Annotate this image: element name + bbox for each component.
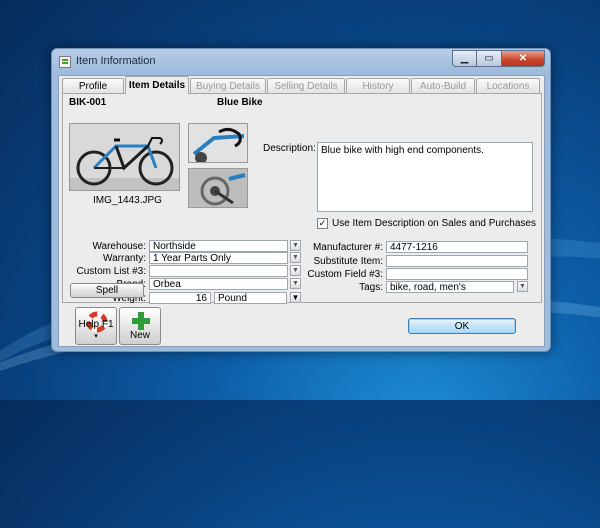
- weight-unit-dropdown[interactable]: ▼: [290, 292, 301, 303]
- item-window-icon: [59, 56, 71, 68]
- bike-handlebar-image: [189, 124, 247, 162]
- tab-label: Buying Details: [196, 80, 260, 92]
- tab-label: Item Details: [128, 80, 186, 91]
- custom-list-3-dropdown[interactable]: ▼: [290, 265, 301, 276]
- tab-label: Auto-Build: [419, 80, 467, 92]
- weight-unit-select[interactable]: Pound: [214, 292, 287, 304]
- item-details-panel: BIK-001 Blue Bike IMG_1443.JPG Descripti…: [62, 93, 542, 304]
- tab-label: Locations: [486, 80, 530, 92]
- bicycle-image: [70, 124, 179, 190]
- tab-strip: Profile Item Details Buying Details Sell…: [59, 76, 545, 94]
- item-main-photo[interactable]: [69, 123, 180, 191]
- tab-locations[interactable]: Locations: [476, 78, 540, 93]
- tags-field[interactable]: bike, road, men's: [386, 281, 514, 293]
- window-client-area: Profile Item Details Buying Details Sell…: [58, 75, 545, 347]
- item-information-window: Item Information ▁ ▭ ✕ Profile Item Deta…: [51, 48, 551, 352]
- custom-field-3-label: Custom Field #3:: [307, 269, 383, 280]
- warranty-dropdown[interactable]: ▼: [290, 252, 301, 263]
- close-button[interactable]: ✕: [502, 50, 545, 67]
- help-button[interactable]: Help F1 ▾: [75, 307, 117, 345]
- warehouse-field[interactable]: Northside: [149, 240, 288, 252]
- tab-profile[interactable]: Profile: [62, 78, 124, 93]
- use-description-label: Use Item Description on Sales and Purcha…: [332, 218, 536, 229]
- warranty-field[interactable]: 1 Year Parts Only: [149, 252, 288, 264]
- tab-item-details[interactable]: Item Details: [125, 76, 189, 94]
- title-bar[interactable]: Item Information ▁ ▭ ✕: [52, 49, 550, 75]
- weight-field[interactable]: 16: [149, 292, 211, 304]
- substitute-item-field[interactable]: [386, 255, 528, 267]
- warehouse-dropdown[interactable]: ▼: [290, 240, 301, 251]
- ok-button-label: OK: [454, 320, 470, 332]
- spell-button[interactable]: Spell: [70, 283, 144, 298]
- bike-crankset-image: [189, 169, 247, 207]
- new-button-label: New: [129, 330, 150, 341]
- custom-list-3-label: Custom List #3:: [76, 266, 146, 277]
- use-description-checkbox[interactable]: ✓: [317, 218, 328, 229]
- tab-label: Profile: [78, 80, 108, 92]
- tab-buying-details[interactable]: Buying Details: [190, 78, 266, 93]
- manufacturer-label: Manufacturer #:: [312, 242, 383, 253]
- substitute-item-label: Substitute Item:: [313, 256, 383, 267]
- tab-label: History: [362, 80, 394, 92]
- tags-label: Tags:: [359, 282, 383, 293]
- warehouse-label: Warehouse:: [92, 241, 146, 252]
- tab-selling-details[interactable]: Selling Details: [267, 78, 345, 93]
- item-number: BIK-001: [69, 97, 107, 108]
- image-caption: IMG_1443.JPG: [93, 195, 162, 206]
- maximize-button[interactable]: ▭: [477, 50, 502, 67]
- tab-history[interactable]: History: [346, 78, 410, 93]
- description-label: Description:: [263, 143, 316, 154]
- warranty-label: Warranty:: [103, 253, 146, 264]
- manufacturer-field[interactable]: 4477-1216: [386, 241, 528, 253]
- minimize-icon: ▁: [460, 53, 469, 64]
- brand-dropdown[interactable]: ▼: [290, 278, 301, 289]
- tags-dropdown[interactable]: ▼: [517, 281, 528, 292]
- help-button-label: Help F1 ▾: [78, 319, 114, 340]
- thumbnail-2[interactable]: [188, 168, 248, 208]
- description-textarea[interactable]: Blue bike with high end components.: [317, 142, 533, 212]
- close-icon: ✕: [518, 53, 528, 64]
- plus-icon: [132, 312, 150, 330]
- item-name: Blue Bike: [217, 97, 263, 108]
- minimize-button[interactable]: ▁: [452, 50, 477, 67]
- spell-button-label: Spell: [95, 285, 119, 296]
- tab-label: Selling Details: [274, 80, 338, 92]
- maximize-icon: ▭: [484, 53, 494, 64]
- window-title: Item Information: [76, 55, 156, 67]
- brand-field[interactable]: Orbea: [149, 278, 288, 290]
- new-button[interactable]: New: [119, 307, 161, 345]
- thumbnail-1[interactable]: [188, 123, 248, 163]
- tab-auto-build[interactable]: Auto-Build: [411, 78, 475, 93]
- ok-button[interactable]: OK: [408, 318, 516, 334]
- custom-field-3-field[interactable]: [386, 268, 528, 280]
- custom-list-3-field[interactable]: [149, 265, 288, 277]
